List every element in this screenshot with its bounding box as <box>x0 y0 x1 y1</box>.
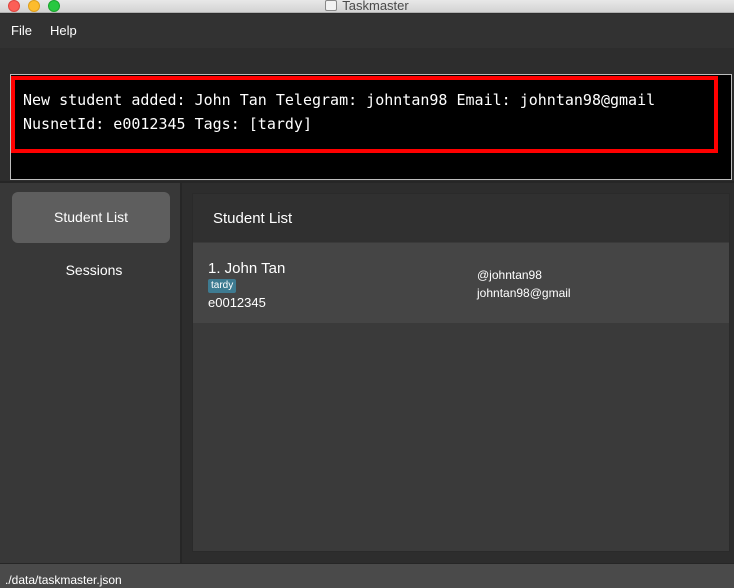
window-title: Taskmaster <box>0 0 734 12</box>
app-icon <box>325 0 338 11</box>
menu-file[interactable]: File <box>11 23 32 38</box>
result-line-1: New student added: John Tan Telegram: jo… <box>23 91 656 109</box>
result-display[interactable]: New student added: John Tan Telegram: jo… <box>10 74 732 180</box>
sidebar-item-student-list[interactable]: Student List <box>12 192 170 243</box>
student-telegram: @johntan98 <box>477 268 542 282</box>
sidebar-item-sessions[interactable]: Sessions <box>15 245 173 296</box>
panel-header: Student List <box>193 194 729 242</box>
result-line-2: NusnetId: e0012345 Tags: [tardy] <box>23 115 312 133</box>
student-tag: tardy <box>208 279 237 293</box>
window-title-text: Taskmaster <box>342 0 409 13</box>
panel-title: Student List <box>213 210 293 227</box>
sidebar: Student List Sessions <box>0 183 180 563</box>
result-text: New student added: John Tan Telegram: jo… <box>23 88 723 136</box>
student-name: 1. John Tan <box>208 260 286 277</box>
student-nusnet-id: e0012345 <box>208 295 266 310</box>
sidebar-divider[interactable] <box>180 183 182 563</box>
status-bar: ./data/taskmaster.json <box>0 563 734 588</box>
student-list-panel: Student List 1. John Tan tardy e0012345 … <box>192 193 730 552</box>
menu-bar: File Help <box>0 14 734 48</box>
menu-help[interactable]: Help <box>50 23 77 38</box>
student-email: johntan98@gmail <box>477 286 571 300</box>
title-bar: Taskmaster <box>0 0 734 13</box>
status-file-path: ./data/taskmaster.json <box>5 573 122 587</box>
student-card[interactable]: 1. John Tan tardy e0012345 <box>193 243 729 323</box>
